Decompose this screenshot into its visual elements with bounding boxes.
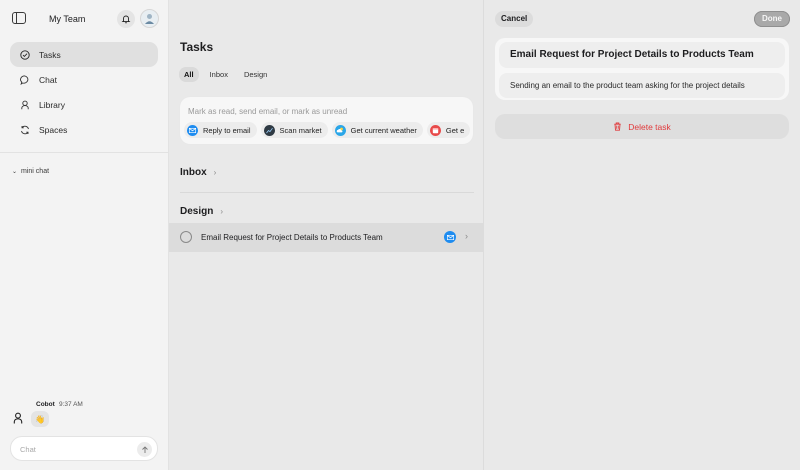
- quick-action-label: Get e: [445, 125, 465, 135]
- avatar-icon: [145, 14, 154, 24]
- sidebar-item-spaces[interactable]: Spaces: [10, 118, 158, 143]
- sidebar-nav: Tasks Chat Library Spaces: [10, 42, 158, 143]
- person-icon: [20, 100, 30, 110]
- section-inbox[interactable]: Inbox ›: [180, 167, 216, 178]
- tasks-panel: Tasks All Inbox Design Reply to email Sc…: [169, 0, 484, 470]
- sidebar-item-label: Chat: [39, 74, 57, 85]
- chevron-right-icon: ›: [213, 168, 217, 177]
- chat-input[interactable]: [20, 443, 130, 456]
- quick-action-get-events[interactable]: Get e: [426, 122, 471, 138]
- chevron-down-icon: ⌄: [12, 169, 18, 175]
- chat-timestamp: 9:37 AM: [59, 401, 83, 408]
- sidebar-item-label: Library: [39, 100, 65, 111]
- spaces-icon: [20, 125, 30, 135]
- quick-action-scan-market[interactable]: Scan market: [260, 122, 328, 138]
- delete-task-button[interactable]: Delete task: [495, 114, 789, 139]
- quick-action-label: Scan market: [279, 125, 322, 135]
- chevron-right-icon: ›: [465, 231, 468, 241]
- task-detail-card: Email Request for Project Details to Pro…: [495, 38, 789, 100]
- mini-chat-label: mini chat: [21, 168, 50, 175]
- page-title: Tasks: [180, 40, 214, 54]
- cancel-button[interactable]: Cancel: [495, 11, 534, 27]
- section-title: Inbox: [180, 167, 207, 178]
- chat-sender-name: Cobot: [36, 401, 55, 408]
- sidebar-header: My Team: [0, 0, 169, 38]
- quick-action-get-weather[interactable]: Get current weather: [331, 122, 423, 138]
- quick-actions: Reply to email Scan market Get current w…: [184, 122, 473, 138]
- command-input[interactable]: [188, 105, 458, 117]
- task-row[interactable]: Email Request for Project Details to Pro…: [169, 223, 484, 252]
- sidebar-divider: [0, 152, 169, 153]
- tab-inbox[interactable]: Inbox: [205, 67, 233, 82]
- trash-icon: [613, 122, 622, 131]
- quick-action-label: Reply to email: [203, 125, 251, 135]
- task-complete-checkbox[interactable]: [180, 231, 192, 243]
- mail-icon: [187, 124, 198, 136]
- task-detail-panel: Cancel Done Email Request for Project De…: [485, 0, 800, 470]
- chat-bubble-icon: [20, 75, 30, 85]
- tab-design[interactable]: Design: [239, 67, 272, 82]
- mail-icon: [444, 231, 456, 243]
- section-divider: [180, 192, 474, 193]
- calendar-icon: [429, 124, 441, 136]
- task-title: Email Request for Project Details to Pro…: [201, 233, 383, 242]
- send-button[interactable]: [137, 442, 152, 457]
- sidebar-item-label: Spaces: [39, 125, 68, 136]
- user-avatar[interactable]: [140, 9, 159, 28]
- weather-icon: [334, 124, 346, 136]
- sidebar: My Team Tasks Chat Library Spaces ⌄ mini…: [0, 0, 169, 470]
- chat-box: [10, 436, 158, 461]
- tab-all[interactable]: All: [179, 67, 199, 82]
- cobot-avatar-icon: [13, 412, 23, 424]
- command-card: Reply to email Scan market Get current w…: [180, 97, 473, 144]
- check-circle-icon: [20, 49, 30, 60]
- task-title-field[interactable]: Email Request for Project Details to Pro…: [499, 42, 785, 68]
- notifications-button[interactable]: [117, 10, 135, 28]
- delete-task-label: Delete task: [628, 121, 671, 132]
- arrow-up-icon: [141, 445, 148, 453]
- section-title: Design: [180, 206, 214, 217]
- section-design[interactable]: Design ›: [180, 206, 223, 217]
- sidebar-toggle-icon[interactable]: [12, 12, 26, 24]
- chevron-right-icon: ›: [220, 207, 224, 216]
- sidebar-item-tasks[interactable]: Tasks: [10, 42, 158, 67]
- sidebar-item-chat[interactable]: Chat: [10, 67, 158, 92]
- team-name[interactable]: My Team: [49, 14, 85, 24]
- mini-chat-toggle[interactable]: ⌄ mini chat: [12, 168, 49, 175]
- sidebar-item-label: Tasks: [39, 49, 61, 60]
- filter-tabs: All Inbox Design: [179, 67, 278, 82]
- task-description-field[interactable]: Sending an email to the product team ask…: [499, 73, 785, 98]
- quick-action-reply-email[interactable]: Reply to email: [184, 122, 257, 138]
- market-icon: [263, 124, 275, 136]
- quick-action-label: Get current weather: [350, 125, 417, 135]
- chat-message-bubble: 👋: [31, 411, 49, 427]
- done-button[interactable]: Done: [754, 11, 790, 27]
- bell-icon: [121, 15, 131, 24]
- sidebar-item-library[interactable]: Library: [10, 93, 158, 118]
